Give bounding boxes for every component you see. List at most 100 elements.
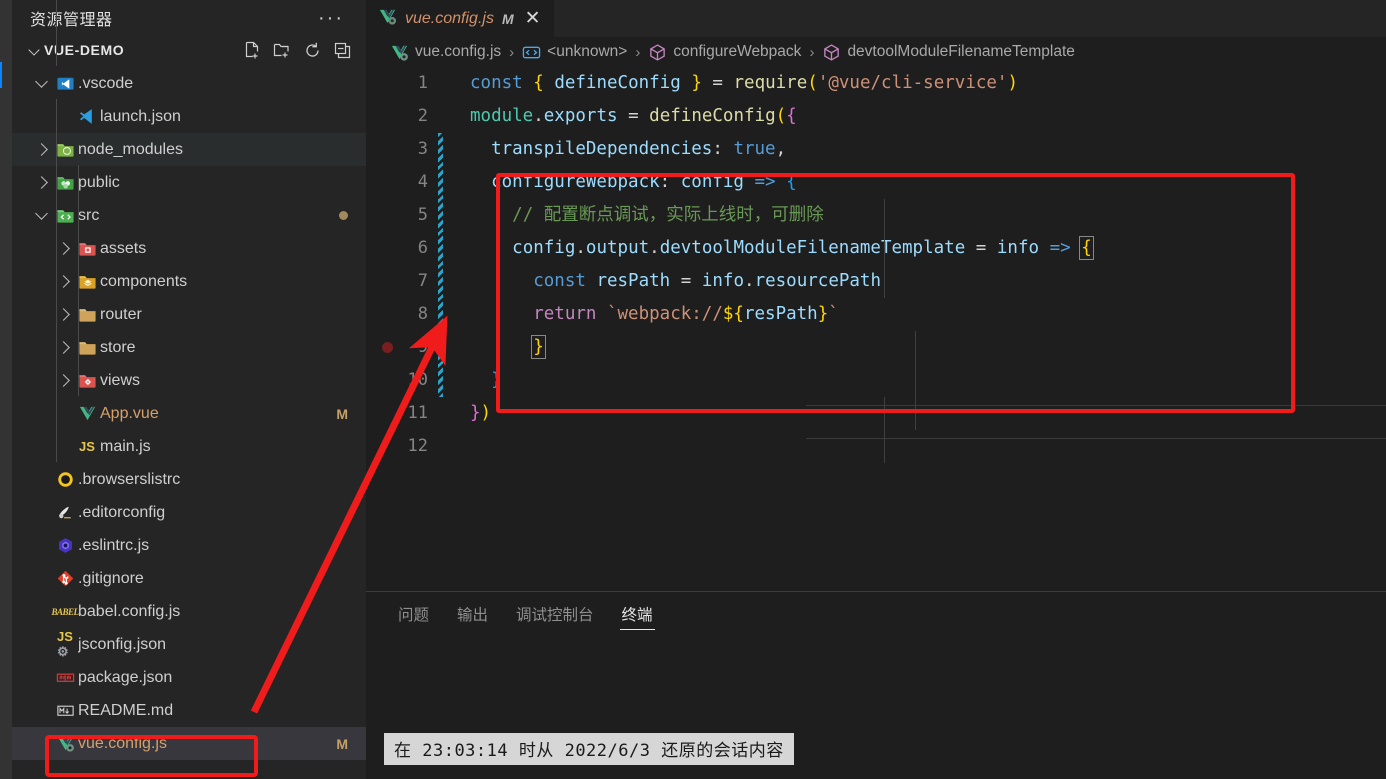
tree-item-vscode[interactable]: .vscode: [12, 67, 366, 100]
code-line-text: return `webpack://${resPath}`: [533, 304, 839, 324]
tree-item-store[interactable]: store: [12, 331, 366, 364]
code-line-10[interactable]: 10 }: [366, 364, 1386, 397]
activity-bar[interactable]: [0, 0, 12, 779]
panel-tab-2[interactable]: 输出: [443, 597, 502, 629]
chevron-down-icon[interactable]: [26, 41, 44, 59]
bottom-panel: 问题 输出 调试控制台 终端 在 23:03:14 时从 2022/6/3 还原的会话…: [366, 591, 1386, 779]
code-line-4[interactable]: 4 configureWebpack: config => {: [366, 166, 1386, 199]
refresh-icon[interactable]: [303, 41, 322, 60]
tree-item-router[interactable]: router: [12, 298, 366, 331]
git-icon: [52, 569, 78, 588]
explorer-more-actions-icon[interactable]: ···: [318, 8, 352, 28]
tree-item-label: launch.json: [100, 107, 181, 125]
symbol-namespace-icon: [522, 43, 541, 62]
tree-item-editorconfig[interactable]: .editorconfig: [12, 496, 366, 529]
code-line-3[interactable]: 3 transpileDependencies: true,: [366, 133, 1386, 166]
tree-item-label: .editorconfig: [78, 503, 166, 521]
code-line-12[interactable]: 12: [366, 430, 1386, 463]
tree-indent-guide: [56, 99, 57, 462]
chevron-down-icon[interactable]: [30, 75, 52, 90]
tree-item-label: .vscode: [78, 74, 134, 92]
code-line-11[interactable]: 11}): [366, 397, 1386, 430]
code-line-text: // 配置断点调试，实际上线时，可删除: [512, 205, 824, 225]
editor-tab-modified-badge: M: [501, 10, 514, 27]
code-line-2[interactable]: 2 module.exports = defineConfig({: [366, 100, 1386, 133]
modified-line-indicator: [438, 199, 443, 232]
project-root-row[interactable]: VUE-DEMO: [12, 35, 366, 65]
tree-item-label: README.md: [78, 701, 174, 719]
vue-file-icon: [74, 404, 100, 423]
tree-item-src[interactable]: src: [12, 199, 366, 232]
tree-item-node-modules[interactable]: node_modules: [12, 133, 366, 166]
npm-icon: [52, 668, 78, 687]
chevron-right-icon[interactable]: [30, 176, 52, 189]
tree-item-package-json[interactable]: package.json: [12, 661, 366, 694]
tree-item-views[interactable]: views: [12, 364, 366, 397]
indent-guide: [884, 199, 885, 298]
collapse-all-icon[interactable]: [333, 41, 352, 60]
eslint-icon: [52, 536, 78, 555]
chevron-right-icon[interactable]: [30, 143, 52, 156]
breadcrumb-item-1[interactable]: vue.config.js: [390, 43, 501, 62]
line-number: 6: [417, 238, 428, 258]
tree-item-label: node_modules: [78, 140, 183, 158]
code-line-1[interactable]: 1 const { defineConfig } = require('@vue/…: [366, 67, 1386, 100]
tree-item-label: .browserslistrc: [78, 470, 181, 488]
tree-item-assets[interactable]: assets: [12, 232, 366, 265]
code-line-5[interactable]: 5 // 配置断点调试，实际上线时，可删除: [366, 199, 1386, 232]
file-tree[interactable]: .vscode launch.json node_modulespublic src a…: [12, 0, 366, 779]
editor-tab-vue-config-js[interactable]: vue.config.js M ✕: [366, 0, 555, 37]
panel-tab-3[interactable]: 调试控制台: [502, 597, 608, 629]
breadcrumb-item-2[interactable]: <unknown>: [522, 43, 627, 62]
tree-item-app-vue[interactable]: App.vue M: [12, 397, 366, 430]
tree-item-eslintrc-js[interactable]: .eslintrc.js: [12, 529, 366, 562]
new-folder-icon[interactable]: [273, 41, 292, 60]
new-file-icon[interactable]: [243, 41, 262, 60]
modified-line-indicator: [438, 364, 443, 397]
panel-tab-4[interactable]: 终端: [608, 597, 667, 630]
tree-item-babel-config-js[interactable]: BABEL babel.config.js: [12, 595, 366, 628]
tree-item-readme-md[interactable]: README.md: [12, 694, 366, 727]
tree-item-launch-json[interactable]: launch.json: [12, 100, 366, 133]
tree-item-label: assets: [100, 239, 147, 257]
tree-item-components[interactable]: components: [12, 265, 366, 298]
code-line-8[interactable]: 8 return `webpack://${resPath}`: [366, 298, 1386, 331]
tree-item-label: babel.config.js: [78, 602, 181, 620]
line-number: 3: [417, 139, 428, 159]
panel-tab-bar[interactable]: 问题 输出 调试控制台 终端: [366, 592, 1386, 634]
explorer-title-bar: 资源管理器 ···: [12, 0, 366, 35]
code-line-7[interactable]: 7 const resPath = info.resourcePath: [366, 265, 1386, 298]
editorconfig-icon: [52, 503, 78, 522]
tree-item-label: vue.config.js: [78, 734, 167, 752]
chevron-down-icon[interactable]: [30, 207, 52, 222]
indent-guide: [884, 397, 885, 463]
breadcrumb-item-4[interactable]: devtoolModuleFilenameTemplate: [822, 43, 1075, 62]
breadcrumb[interactable]: vue.config.js › <unknown> › configureWebpack…: [366, 37, 1386, 67]
tree-item-vue-config-js[interactable]: vue.config.js M: [12, 727, 366, 760]
code-line-6[interactable]: 6 config.output.devtoolModuleFilenameTem…: [366, 232, 1386, 265]
panel-tab-1[interactable]: 问题: [384, 597, 443, 629]
line-number: 9: [417, 337, 428, 357]
code-line-9[interactable]: 9 }: [366, 331, 1386, 364]
markdown-icon: [52, 701, 78, 720]
line-number: 8: [417, 304, 428, 324]
vue-config-icon: [52, 734, 78, 753]
tree-item-jsconfig-json[interactable]: JS ⚙ jsconfig.json: [12, 628, 366, 661]
tree-item-label: .gitignore: [78, 569, 144, 587]
breadcrumb-separator-icon: ›: [509, 43, 515, 61]
modified-line-indicator: [438, 331, 443, 364]
editor-pane: vue.config.js M ✕ vue.config.js › <unknown…: [366, 0, 1386, 779]
terminal-body[interactable]: 在 23:03:14 时从 2022/6/3 还原的会话内容: [366, 634, 1386, 779]
tree-item-label: .eslintrc.js: [78, 536, 150, 554]
chevron-glyph: [34, 176, 48, 189]
tree-item-main-js[interactable]: JS main.js: [12, 430, 366, 463]
tree-item-browserslistrc[interactable]: .browserslistrc: [12, 463, 366, 496]
code-line-text: }: [491, 370, 502, 390]
tree-item-gitignore[interactable]: .gitignore: [12, 562, 366, 595]
breadcrumb-item-3[interactable]: configureWebpack: [648, 43, 801, 62]
code-editor[interactable]: 1 const { defineConfig } = require('@vue/…: [366, 67, 1386, 591]
breadcrumb-separator-icon: ›: [635, 43, 641, 61]
code-line-text: }: [531, 335, 546, 359]
close-icon[interactable]: ✕: [522, 9, 544, 28]
tree-item-public[interactable]: public: [12, 166, 366, 199]
